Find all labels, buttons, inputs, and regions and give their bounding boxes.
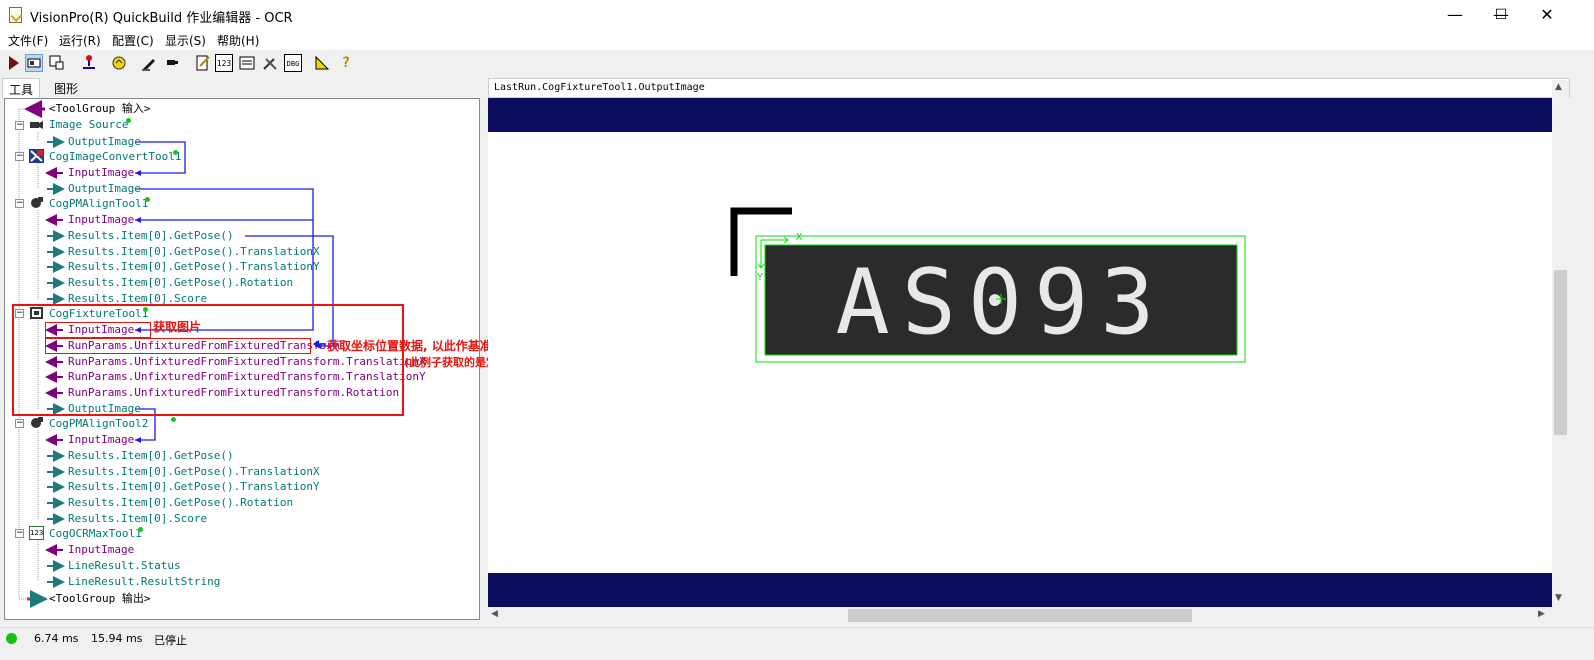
annotation-get-image: 获取图片 bbox=[153, 320, 202, 334]
input-highlight-box bbox=[45, 322, 151, 338]
scroll-thumb-h[interactable] bbox=[848, 609, 1192, 622]
ruler-icon[interactable] bbox=[313, 54, 331, 72]
menu-run[interactable]: 运行(R) bbox=[59, 32, 101, 49]
ocr-icon: 123 bbox=[29, 526, 44, 540]
fixture-highlight-box bbox=[12, 304, 404, 416]
menu-bar: 文件(F) 运行(R) 配置(C) 显示(S) 帮助(H) bbox=[0, 30, 1594, 50]
pmalign2-expander[interactable]: − bbox=[15, 419, 24, 428]
camera-icon bbox=[29, 118, 44, 132]
status-dot bbox=[171, 417, 176, 422]
convert-tool-icon bbox=[29, 149, 44, 163]
status-state: 已停止 bbox=[154, 634, 187, 647]
left-tabs: 工具 图形 bbox=[0, 78, 485, 98]
pmalign1-result-2[interactable]: Results.Item[0].GetPose().TranslationY bbox=[68, 259, 320, 274]
pmalign1-input[interactable]: InputImage bbox=[68, 212, 134, 227]
convert-input[interactable]: InputImage bbox=[68, 165, 134, 180]
image-source-expander[interactable]: − bbox=[15, 121, 24, 130]
load-icon[interactable] bbox=[80, 54, 98, 72]
status-indicator-icon bbox=[6, 633, 17, 644]
ocr-output-0[interactable]: LineResult.Status bbox=[68, 558, 181, 573]
pmalign2-result-2[interactable]: Results.Item[0].GetPose().TranslationY bbox=[68, 479, 320, 494]
menu-config[interactable]: 配置(C) bbox=[112, 32, 154, 49]
refresh-icon[interactable] bbox=[110, 54, 128, 72]
maximize-button[interactable]: ☐ bbox=[1478, 0, 1524, 30]
help-icon[interactable]: ? bbox=[337, 54, 355, 72]
status-time-1: 6.74 ms bbox=[34, 632, 79, 645]
close-button[interactable]: ✕ bbox=[1524, 0, 1570, 30]
menu-display[interactable]: 显示(S) bbox=[165, 32, 206, 49]
status-dot bbox=[173, 150, 178, 155]
pmalign2-result-3[interactable]: Results.Item[0].GetPose().Rotation bbox=[68, 495, 293, 510]
pmalign2-input[interactable]: InputImage bbox=[68, 432, 134, 447]
run-icon[interactable] bbox=[5, 54, 23, 72]
ocr-node[interactable]: CogOCRMaxTool1 bbox=[49, 526, 142, 541]
annotation-arrow bbox=[313, 340, 326, 348]
tab-graphics[interactable]: 图形 bbox=[48, 78, 84, 98]
pmalign2-result-0[interactable]: Results.Item[0].GetPose() bbox=[68, 448, 234, 463]
list-icon[interactable] bbox=[238, 54, 256, 72]
pmalign1-icon bbox=[29, 196, 44, 210]
scroll-right-icon[interactable]: ▶ bbox=[1538, 609, 1545, 619]
title-bar: VisionPro(R) QuickBuild 作业编辑器 - OCR — bbox=[0, 0, 1594, 30]
number-123-icon[interactable]: 123 bbox=[215, 54, 233, 72]
status-bar: 6.74 ms 15.94 ms 已停止 bbox=[0, 627, 1594, 649]
pmalign1-node[interactable]: CogPMAlignTool1 bbox=[49, 196, 148, 211]
pmalign2-result-4[interactable]: Results.Item[0].Score bbox=[68, 511, 207, 526]
image-panel-title: LastRun.CogFixtureTool1.OutputImage bbox=[494, 82, 705, 93]
status-dot bbox=[126, 118, 131, 123]
tools-icon[interactable] bbox=[261, 54, 279, 72]
toolbar: 123 DBG ? bbox=[0, 51, 1594, 76]
edit-icon[interactable] bbox=[194, 54, 212, 72]
tab-tools[interactable]: 工具 bbox=[2, 78, 41, 98]
menu-help[interactable]: 帮助(H) bbox=[217, 32, 259, 49]
convert-tool-expander[interactable]: − bbox=[15, 152, 24, 161]
output-group-node[interactable]: <ToolGroup 输出> bbox=[49, 591, 150, 606]
image-panel-header: LastRun.CogFixtureTool1.OutputImage bbox=[488, 78, 1570, 98]
ocr-input[interactable]: InputImage bbox=[68, 542, 134, 557]
scroll-up-icon[interactable]: ▲ bbox=[1555, 82, 1562, 92]
image-graphics: X Y AS093 bbox=[730, 207, 1246, 363]
vertical-scrollbar[interactable]: ▲ ▼ bbox=[1552, 80, 1569, 608]
pmalign1-result-1[interactable]: Results.Item[0].GetPose().TranslationX bbox=[68, 244, 320, 259]
input-group-node[interactable]: <ToolGroup 输入> bbox=[49, 101, 150, 116]
pmalign1-result-0[interactable]: Results.Item[0].GetPose() bbox=[68, 228, 234, 243]
image-display[interactable]: X Y AS093 bbox=[488, 98, 1552, 608]
pmalign1-expander[interactable]: − bbox=[15, 199, 24, 208]
convert-output[interactable]: OutputImage bbox=[68, 181, 141, 196]
pen-icon[interactable] bbox=[140, 54, 158, 72]
scroll-thumb[interactable] bbox=[1554, 270, 1567, 435]
dbg-icon[interactable]: DBG bbox=[284, 54, 302, 72]
convert-tool-node[interactable]: CogImageConvertTool1 bbox=[49, 149, 181, 164]
image-select-icon[interactable] bbox=[48, 54, 66, 72]
image-source-output[interactable]: OutputImage bbox=[68, 134, 141, 149]
status-dot bbox=[145, 197, 150, 202]
minimize-button-real[interactable]: — bbox=[1432, 0, 1478, 30]
image-view-icon[interactable] bbox=[25, 54, 43, 72]
ocr-expander[interactable]: − bbox=[15, 529, 24, 538]
pmalign1-result-3[interactable]: Results.Item[0].GetPose().Rotation bbox=[68, 275, 293, 290]
axis-x-label: X bbox=[796, 232, 802, 243]
pmalign2-icon bbox=[29, 416, 44, 430]
scroll-left-icon[interactable]: ◀ bbox=[491, 609, 498, 619]
app-icon bbox=[9, 7, 22, 23]
window-title: VisionPro(R) QuickBuild 作业编辑器 - OCR bbox=[30, 11, 293, 26]
flag-icon[interactable] bbox=[163, 54, 181, 72]
menu-file[interactable]: 文件(F) bbox=[8, 32, 48, 49]
pmalign2-node[interactable]: CogPMAlignTool2 bbox=[49, 416, 148, 431]
transform-highlight-box bbox=[45, 338, 311, 354]
scroll-down-icon[interactable]: ▼ bbox=[1555, 593, 1562, 603]
axis-y-label: Y bbox=[757, 272, 763, 283]
status-dot bbox=[138, 527, 143, 532]
image-source-node[interactable]: Image Source bbox=[49, 117, 128, 132]
horizontal-scrollbar[interactable]: ◀ ▶ bbox=[488, 607, 1552, 624]
pmalign2-result-1[interactable]: Results.Item[0].GetPose().TranslationX bbox=[68, 464, 320, 479]
ocr-output-1[interactable]: LineResult.ResultString bbox=[68, 574, 220, 589]
status-time-2: 15.94 ms bbox=[91, 632, 143, 645]
